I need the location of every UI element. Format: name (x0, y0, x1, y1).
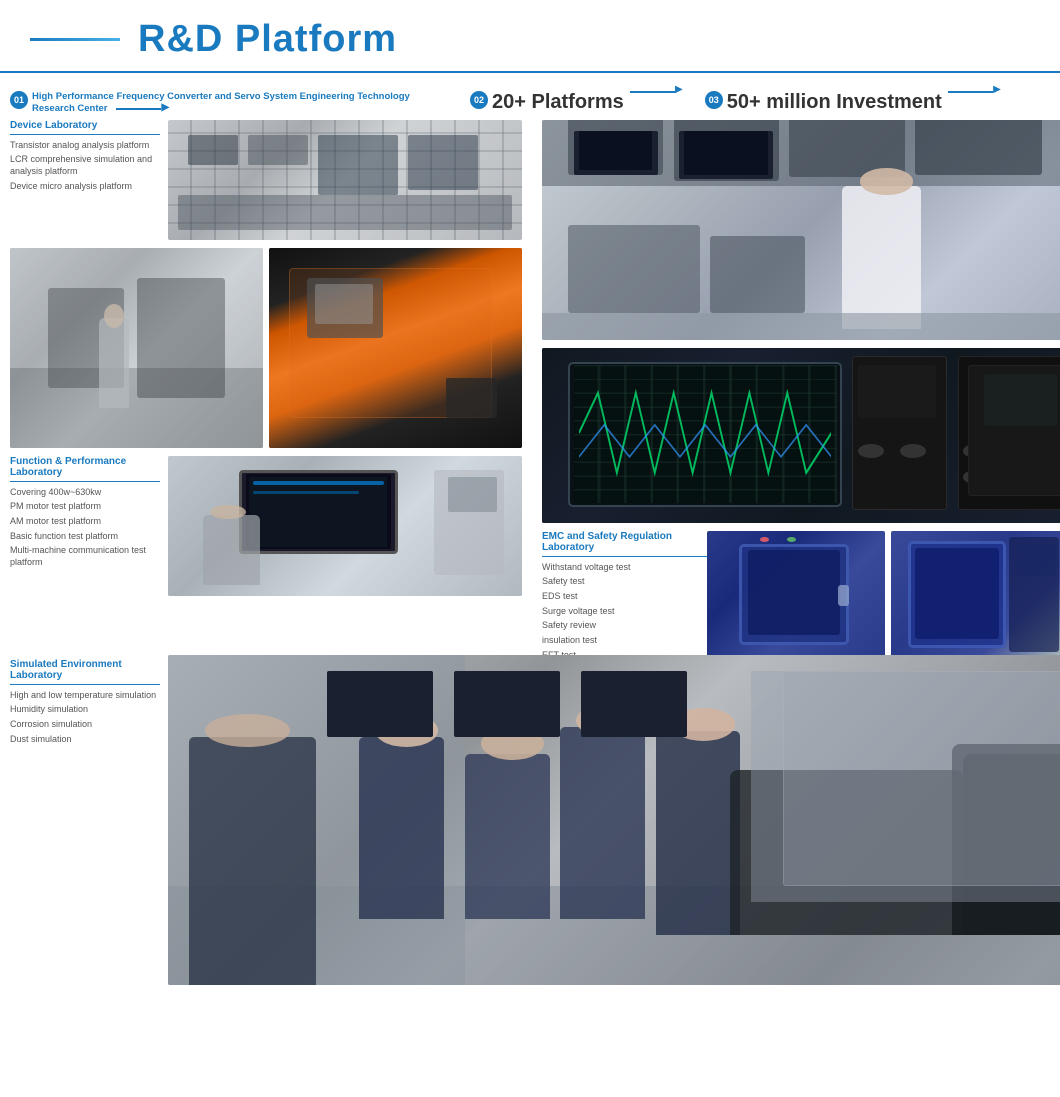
section-number-01: 01 (10, 91, 28, 109)
sim-env-item-4: Dust simulation (10, 734, 160, 746)
emc-item-5: Safety review (542, 620, 707, 632)
device-lab-item-1: Transistor analog analysis platform (10, 140, 160, 152)
arrow-deco-02 (630, 91, 675, 93)
func-perf-item-2: PM motor test platform (10, 501, 160, 513)
device-lab-section: Device Laboratory Transistor analog anal… (10, 120, 522, 240)
device-lab-item-2: LCR comprehensive simulation and analysi… (10, 154, 160, 177)
sim-env-images (707, 531, 1060, 661)
emc-item-6: insulation test (542, 635, 707, 647)
device-lab-image (168, 120, 522, 240)
section-number-03: 03 (705, 91, 723, 109)
sim-env-item-2: Humidity simulation (10, 704, 160, 716)
manufacturing-image-right (269, 248, 522, 448)
content-panels: Device Laboratory Transistor analog anal… (0, 120, 1060, 661)
page-header: R&D Platform (0, 0, 1060, 73)
device-lab-text: Device Laboratory Transistor analog anal… (10, 120, 168, 240)
func-perf-item-3: AM motor test platform (10, 516, 160, 528)
device-lab-title: Device Laboratory (10, 120, 160, 135)
emc-item-1: Withstand voltage test (542, 562, 707, 574)
emc-item-3: EDS test (542, 591, 707, 603)
oscilloscope-image (542, 348, 1060, 523)
section-title-02: 20+ Platforms (492, 91, 624, 114)
sim-chamber-image-left (707, 531, 885, 661)
sim-env-item-1: High and low temperature simulation (10, 690, 160, 702)
sim-env-text: Simulated Environment Laboratory High an… (10, 659, 168, 789)
device-lab-item-3: Device micro analysis platform (10, 181, 160, 193)
sim-env-title: Simulated Environment Laboratory (10, 659, 160, 685)
emc-lab-text: EMC and Safety Regulation Laboratory Wit… (542, 531, 707, 661)
section-label-03: 03 50+ million Investment (705, 91, 993, 114)
func-perf-item-1: Covering 400w~630kw (10, 487, 160, 499)
emc-item-2: Safety test (542, 576, 707, 588)
right-panel: EMC and Safety Regulation Laboratory Wit… (538, 120, 1060, 661)
emc-lab-title: EMC and Safety Regulation Laboratory (542, 531, 707, 557)
func-perf-text: Function & Performance Laboratory Coveri… (10, 456, 168, 596)
bottom-wide-image (168, 655, 1060, 985)
right-bottom-section: EMC and Safety Regulation Laboratory Wit… (542, 531, 1060, 661)
section-label-01: 01 High Performance Frequency Converter … (10, 91, 440, 116)
manufacturing-image-left (10, 248, 263, 448)
sim-env-item-3: Corrosion simulation (10, 719, 160, 731)
header-accent-line (30, 38, 120, 41)
manufacturing-section (10, 248, 522, 448)
right-top-image (542, 120, 1060, 340)
page-title: R&D Platform (138, 18, 397, 61)
func-perf-section: Function & Performance Laboratory Coveri… (10, 456, 522, 596)
section-number-02: 02 (470, 91, 488, 109)
arrow-deco-01 (116, 108, 161, 110)
func-perf-item-5: Multi-machine communication test platfor… (10, 545, 160, 568)
func-perf-image (168, 456, 522, 596)
section-label-02: 02 20+ Platforms (470, 91, 675, 114)
func-perf-item-4: Basic function test platform (10, 531, 160, 543)
section-title-03: 50+ million Investment (727, 91, 942, 114)
func-perf-title: Function & Performance Laboratory (10, 456, 160, 482)
emc-item-4: Surge voltage test (542, 606, 707, 618)
left-panel: Device Laboratory Transistor analog anal… (10, 120, 530, 661)
arrow-deco-03 (948, 91, 993, 93)
section-title-01: High Performance Frequency Converter and… (32, 91, 440, 116)
section-labels-row: 01 High Performance Frequency Converter … (0, 83, 1060, 120)
sim-chamber-image-right (891, 531, 1060, 661)
